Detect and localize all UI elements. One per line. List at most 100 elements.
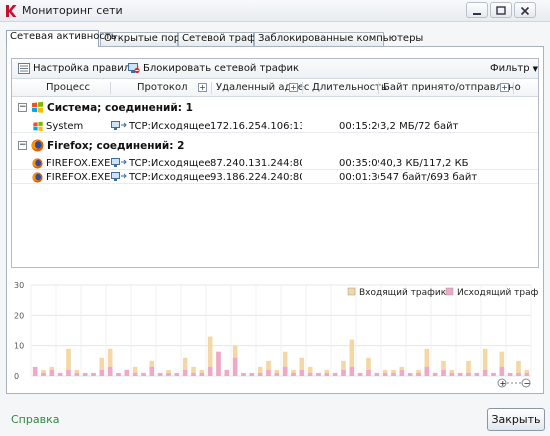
cell-protocol: TCP:Исходящее (... — [129, 158, 211, 169]
legend-label: Исходящий трафик — [457, 288, 539, 298]
outgoing-bar — [199, 372, 205, 376]
cell-remote-address: 93.186.224.240:80 — [210, 172, 302, 183]
legend-label: Входящий трафик — [359, 288, 447, 298]
outgoing-bar — [341, 369, 346, 376]
outgoing-bar — [174, 372, 180, 376]
connections-grid: Настройка правил ▼ Блокировать сетевой т… — [11, 58, 539, 268]
outgoing-bar — [499, 366, 505, 376]
group-header-firefox[interactable]: − Firefox; соединений: 2 — [12, 137, 538, 155]
outgoing-bar — [224, 369, 230, 376]
rules-list-icon — [18, 63, 30, 74]
outgoing-bar — [99, 369, 105, 376]
minimize-button[interactable] — [466, 2, 488, 18]
collapse-icon[interactable]: − — [18, 103, 27, 112]
window-title: Мониторинг сети — [22, 4, 123, 17]
chevron-down-icon: ▼ — [532, 64, 538, 73]
table-row[interactable]: System TCP:Исходящее (... 172.16.254.106… — [12, 120, 538, 133]
cell-protocol: TCP:Исходящее (... — [129, 121, 211, 132]
filter-dropdown[interactable]: Фильтр ▼ — [490, 63, 538, 74]
y-tick-label: 20 — [14, 311, 24, 320]
outgoing-bar — [374, 372, 380, 376]
rules-settings-button[interactable]: Настройка правил ▼ — [18, 63, 138, 74]
column-header-protocol[interactable]: Протокол — [137, 82, 187, 93]
block-traffic-label: Блокировать сетевой трафик — [143, 63, 300, 74]
expand-column-icon[interactable]: + — [289, 83, 298, 92]
column-header-process[interactable]: Процесс — [46, 82, 90, 93]
outgoing-bar — [399, 369, 405, 376]
firefox-icon — [32, 172, 43, 183]
outgoing-bar — [182, 369, 188, 376]
kaspersky-k-icon — [6, 5, 17, 17]
outgoing-bar — [74, 372, 80, 376]
rules-settings-label: Настройка правил — [33, 63, 131, 74]
grid-toolbar: Настройка правил ▼ Блокировать сетевой т… — [12, 59, 538, 79]
expand-column-icon[interactable]: + — [500, 83, 509, 92]
tab-blocked-computers[interactable]: Заблокированные компьютеры — [254, 32, 423, 46]
traffic-chart-svg: 3020100Входящий трафикИсходящий трафик+− — [14, 281, 539, 388]
outgoing-bar — [274, 372, 280, 376]
table-row[interactable]: FIREFOX.EXE TCP:Исходящее (... 87.240.13… — [12, 157, 538, 170]
close-window-button[interactable] — [514, 2, 536, 18]
outgoing-bar — [132, 372, 138, 376]
outgoing-bar — [507, 372, 513, 376]
help-link[interactable]: Справка — [11, 413, 59, 426]
cell-process: FIREFOX.EXE — [46, 158, 110, 169]
cell-duration: 00:15:20 — [339, 121, 379, 132]
cell-bytes: 40,3 КБ/117,2 КБ — [380, 158, 469, 169]
close-button[interactable]: Закрыть — [487, 408, 545, 431]
chart-zoom-controls[interactable]: + − — [497, 378, 531, 388]
outgoing-bar — [232, 357, 238, 376]
column-header-duration[interactable]: Длительность — [312, 82, 387, 93]
column-headers: Процесс Протокол + Удаленный адрес + Дли… — [12, 79, 538, 97]
outgoing-bar — [166, 372, 171, 376]
outgoing-bar — [482, 369, 488, 376]
block-traffic-button[interactable]: Блокировать сетевой трафик — [128, 63, 299, 74]
maximize-button[interactable] — [490, 2, 512, 18]
column-divider — [513, 82, 514, 94]
outgoing-bar — [466, 372, 471, 376]
outgoing-bar — [424, 366, 430, 376]
table-row[interactable]: FIREFOX.EXE TCP:Исходящее (... 93.186.22… — [12, 171, 538, 184]
network-adapter-icon — [111, 172, 127, 181]
cell-bytes: 3,2 МБ/72 байт — [380, 121, 459, 132]
outgoing-bar — [391, 372, 396, 376]
expand-column-icon[interactable]: + — [198, 83, 207, 92]
windows-logo-icon — [32, 101, 43, 113]
outgoing-bar — [524, 372, 530, 376]
outgoing-bar — [257, 372, 263, 376]
outgoing-bar — [32, 366, 38, 376]
outgoing-bar — [282, 366, 288, 376]
outgoing-bar — [441, 369, 446, 376]
maximize-icon — [496, 6, 506, 15]
outgoing-bar — [432, 372, 438, 376]
outgoing-bar — [291, 372, 296, 376]
zoom-in-label: + — [500, 379, 507, 388]
block-network-icon — [128, 63, 140, 74]
outgoing-bar — [307, 372, 313, 376]
outgoing-bar — [299, 369, 305, 376]
outgoing-bar — [157, 372, 163, 376]
outgoing-bar — [116, 372, 121, 376]
cell-remote-address: 172.16.254.106:139 — [210, 121, 302, 132]
legend-swatch — [445, 287, 454, 296]
outgoing-bar — [141, 372, 146, 376]
tab-network-traffic[interactable]: Сетевой трафик — [178, 32, 268, 46]
tab-network-activity[interactable]: Сетевая активность — [6, 30, 117, 47]
cell-bytes: 547 байт/693 байт — [380, 172, 478, 183]
outgoing-bar — [416, 372, 421, 376]
outgoing-bar — [349, 366, 355, 376]
outgoing-bar — [66, 369, 71, 376]
outgoing-bar — [241, 372, 246, 376]
outgoing-bar — [366, 369, 371, 376]
title-bar: Мониторинг сети — [0, 0, 550, 22]
group-header-system[interactable]: − Система; соединений: 1 — [12, 99, 538, 117]
zoom-out-label: − — [524, 379, 531, 388]
outgoing-bar — [382, 372, 388, 376]
cell-duration: 00:01:36 — [339, 172, 379, 183]
column-divider — [378, 82, 379, 94]
collapse-icon[interactable]: − — [18, 141, 27, 150]
cell-process: FIREFOX.EXE — [46, 172, 110, 183]
legend-swatch — [347, 287, 356, 296]
column-divider — [110, 82, 111, 94]
group-label: Firefox; соединений: 2 — [47, 140, 185, 152]
